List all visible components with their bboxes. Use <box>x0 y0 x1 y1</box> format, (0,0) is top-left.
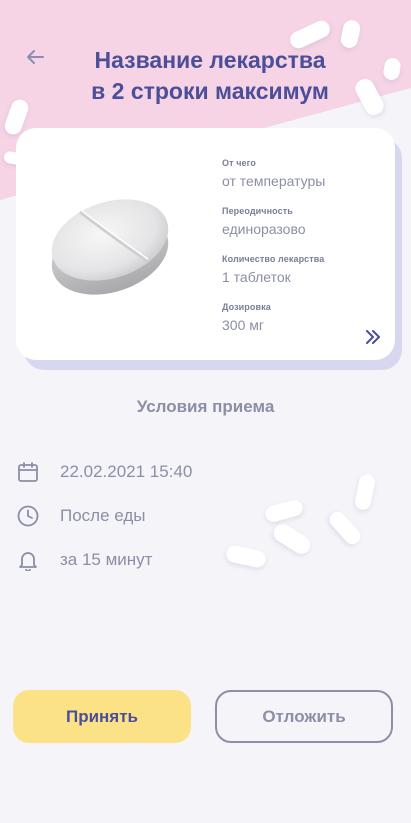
frequency-block: Переодичность единоразово <box>222 206 325 237</box>
reminder-text: за 15 минут <box>60 550 153 569</box>
quantity-block: Количество лекарства 1 таблеток <box>222 254 325 285</box>
title-line-1: Название лекарства <box>94 47 326 73</box>
decorative-pill <box>353 472 377 512</box>
dosage-value: 300 мг <box>222 317 264 333</box>
quantity-value: 1 таблеток <box>222 269 291 285</box>
datetime-text: 22.02.2021 15:40 <box>60 462 193 481</box>
accept-button[interactable]: Принять <box>13 690 191 743</box>
datetime-row: 22.02.2021 15:40 <box>16 460 192 484</box>
dosage-block: Дозировка 300 мг <box>222 302 325 333</box>
decorative-pill <box>263 498 305 524</box>
decorative-pill <box>326 508 364 548</box>
reason-label: От чего <box>222 158 256 168</box>
reason-value: от температуры <box>222 173 326 189</box>
title-line-2: в 2 строки максимум <box>91 78 329 104</box>
arrow-left-icon <box>27 50 44 64</box>
dosage-label: Дозировка <box>222 302 271 312</box>
meal-row: После еды <box>16 504 146 528</box>
meal-text: После еды <box>60 506 146 525</box>
postpone-button[interactable]: Отложить <box>215 690 393 743</box>
chevrons-right-icon[interactable] <box>365 330 381 344</box>
decorative-pill <box>224 544 268 569</box>
reminder-row: за 15 минут <box>16 548 152 572</box>
medicine-info: От чего от температуры Переодичность еди… <box>222 158 325 350</box>
frequency-value: единоразово <box>222 221 306 237</box>
page-title: Название лекарства в 2 строки максимум <box>60 45 360 107</box>
back-button[interactable] <box>22 44 48 70</box>
quantity-label: Количество лекарства <box>222 254 325 264</box>
decorative-pill <box>270 520 314 558</box>
medicine-card: От чего от температуры Переодичность еди… <box>16 128 395 360</box>
frequency-label: Переодичность <box>222 206 293 216</box>
clock-icon <box>16 504 40 528</box>
pill-image <box>51 199 169 295</box>
calendar-icon <box>16 460 40 484</box>
conditions-title: Условия приема <box>136 397 275 416</box>
bell-icon <box>16 548 40 572</box>
reason-block: От чего от температуры <box>222 158 325 189</box>
